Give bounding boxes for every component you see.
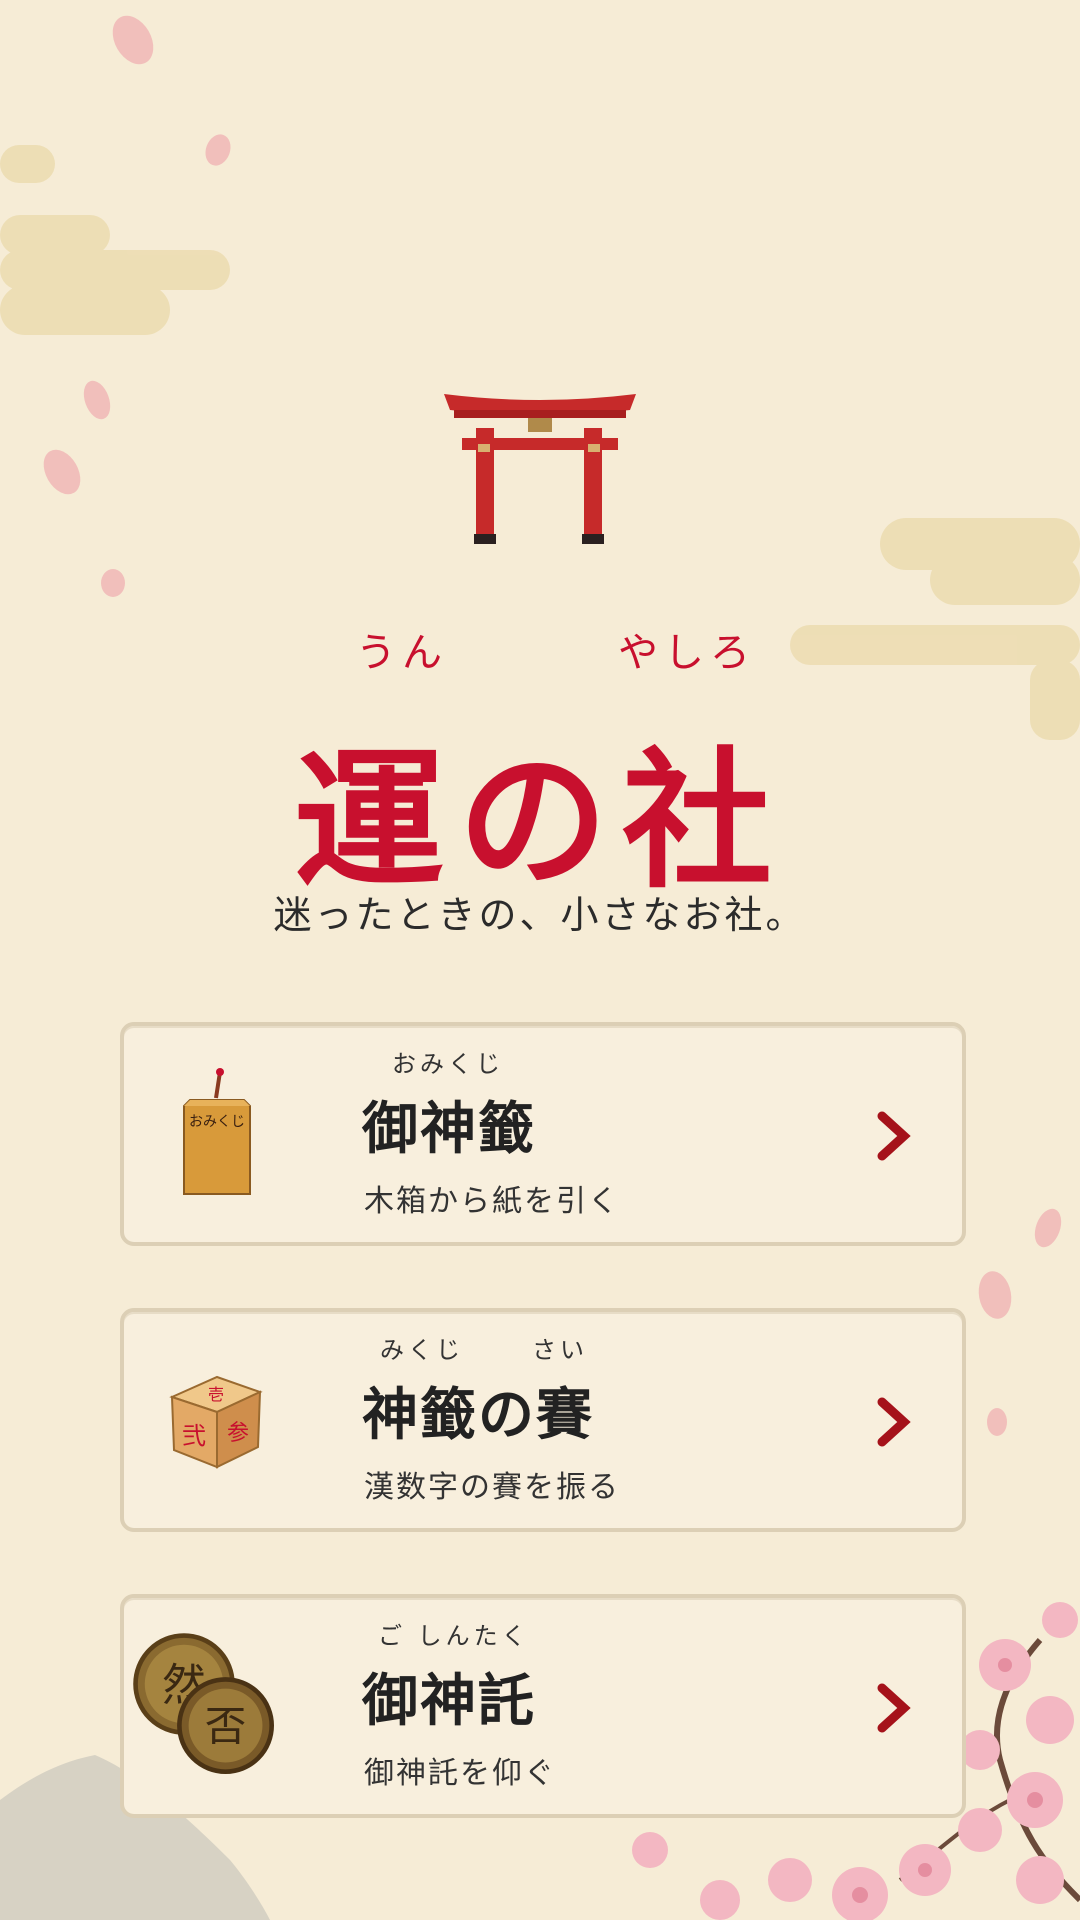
- title-ruby-un: うん: [356, 630, 448, 676]
- oracle-title: 御神託: [362, 1668, 536, 1734]
- tagline: 迷ったときの、小さなお社。: [273, 893, 807, 937]
- svg-text:参: 参: [227, 1421, 249, 1446]
- omikuji-subtitle: 木箱から紙を引く: [364, 1184, 620, 1219]
- chevron-right-icon: [877, 1683, 911, 1733]
- omikuji-box-icon: おみくじ: [183, 1068, 251, 1195]
- svg-text:壱: 壱: [208, 1385, 224, 1404]
- title-ruby-yashiro: やしろ: [618, 630, 756, 676]
- torii-gate-icon: [444, 394, 636, 544]
- svg-text:弐: 弐: [182, 1422, 206, 1450]
- sai-ruby: さい: [532, 1336, 588, 1364]
- omikuji-title: 御神籤: [362, 1096, 536, 1162]
- chevron-right-icon: [877, 1397, 911, 1447]
- omikuji-ruby: おみくじ: [392, 1050, 504, 1078]
- cloud-left: [0, 145, 230, 335]
- kanji-dice-icon: 壱 弐 参: [169, 1375, 263, 1469]
- oracle-card[interactable]: 然 否 ご しんたく 御神託 御神託を仰ぐ: [120, 1594, 966, 1818]
- mikuji-dice-card[interactable]: 壱 弐 参 みくじ さい 神籤の賽 漢数字の賽を振る: [120, 1308, 966, 1532]
- oracle-ruby: ご しんたく: [378, 1622, 530, 1650]
- mikuji-dice-subtitle: 漢数字の賽を振る: [364, 1470, 620, 1505]
- chevron-right-icon: [877, 1111, 911, 1161]
- omikuji-box-label: おみくじ: [189, 1114, 245, 1130]
- omikuji-card[interactable]: おみくじ おみくじ 御神籤 木箱から紙を引く: [120, 1022, 966, 1246]
- mikuji-ruby: みくじ: [380, 1336, 464, 1364]
- oracle-subtitle: 御神託を仰ぐ: [364, 1756, 556, 1791]
- mikuji-dice-title: 神籤の賽: [362, 1382, 594, 1448]
- svg-text:否: 否: [205, 1702, 247, 1751]
- oracle-coins-icon: 然 否: [133, 1633, 274, 1774]
